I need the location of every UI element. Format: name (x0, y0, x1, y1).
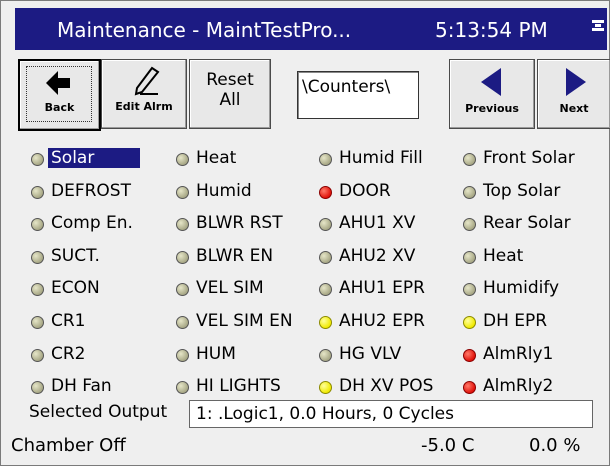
output-label: CR2 (51, 343, 86, 364)
status-led-icon (319, 153, 332, 166)
output-label: AHU2 XV (339, 245, 416, 266)
output-label: Solar (48, 148, 141, 168)
output-label: AlmRly1 (483, 343, 554, 364)
output-label: Heat (483, 245, 524, 266)
counter-path-field[interactable]: \Counters\ (297, 71, 419, 119)
output-label: HUM (196, 343, 236, 364)
output-label: Humidify (483, 278, 560, 299)
previous-arrow-icon (481, 68, 501, 100)
edit-alarm-label: Edit Alrm (115, 100, 173, 113)
back-label: Back (44, 101, 75, 114)
status-led-icon (463, 348, 476, 362)
edit-alarm-button[interactable]: Edit Alrm (101, 59, 187, 129)
status-led-icon (31, 153, 44, 166)
status-led-icon (319, 316, 332, 329)
pencil-icon (132, 66, 160, 100)
status-led-icon (176, 153, 189, 166)
status-led-icon (463, 153, 476, 166)
status-led-icon (319, 283, 332, 297)
output-label: Humid Fill (339, 148, 423, 168)
output-label: Heat (196, 148, 237, 168)
output-label: SUCT. (51, 245, 100, 266)
output-label: HG VLV (339, 343, 402, 364)
output-label: HI LIGHTS (196, 376, 281, 397)
output-label: AHU2 EPR (339, 311, 425, 331)
previous-label: Previous (465, 102, 519, 115)
window-title: Maintenance - MaintTestPro... (57, 18, 352, 42)
status-led-icon (463, 381, 476, 395)
status-led-icon (463, 218, 476, 232)
reset-label: Reset (206, 70, 254, 90)
output-label: DEFROST (51, 180, 131, 201)
status-led-icon (31, 185, 44, 199)
status-led-icon (31, 218, 44, 232)
output-label: Rear Solar (483, 213, 571, 234)
status-led-icon (31, 348, 44, 362)
output-label: VEL SIM (196, 278, 264, 299)
status-led-icon (31, 283, 44, 297)
previous-button[interactable]: Previous (449, 59, 535, 129)
output-label: Humid (196, 180, 252, 201)
selected-output-value: 1: .Logic1, 0.0 Hours, 0 Cycles (196, 404, 454, 424)
status-led-icon (176, 348, 189, 362)
next-button[interactable]: Next (537, 59, 610, 129)
output-label: VEL SIM EN (196, 311, 293, 331)
output-label: BLWR EN (196, 245, 274, 266)
reset-all-button[interactable]: Reset All (189, 59, 271, 129)
output-label: BLWR RST (196, 213, 283, 234)
network-status-icon (591, 18, 605, 38)
next-label: Next (559, 102, 589, 115)
status-led-icon (176, 185, 189, 199)
status-led-icon (319, 218, 332, 232)
output-label: Top Solar (483, 180, 561, 201)
status-led-icon (463, 283, 476, 297)
temperature-readout: -5.0 C (421, 435, 475, 456)
output-label: AlmRly2 (483, 376, 554, 397)
chamber-status: Chamber Off (11, 435, 126, 456)
app-window: Maintenance - MaintTestPro... 5:13:54 PM… (0, 0, 610, 466)
output-label: DH Fan (51, 376, 112, 397)
status-led-icon (319, 185, 332, 199)
status-led-icon (31, 381, 44, 395)
output-label: DOOR (339, 180, 391, 201)
status-led-icon (31, 316, 44, 329)
clock: 5:13:54 PM (435, 18, 548, 42)
status-led-icon (463, 185, 476, 199)
selected-output-field: 1: .Logic1, 0.0 Hours, 0 Cycles (189, 400, 593, 428)
status-led-icon (176, 250, 189, 264)
status-led-icon (463, 250, 476, 264)
left-arrow-icon (46, 71, 70, 99)
status-led-icon (176, 283, 189, 297)
all-label: All (219, 90, 241, 110)
output-label: Comp En. (51, 213, 133, 234)
output-label: DH EPR (483, 311, 548, 331)
output-label: Front Solar (483, 148, 575, 168)
status-led-icon (319, 381, 332, 395)
back-button[interactable]: Back (18, 59, 101, 131)
title-bar: Maintenance - MaintTestPro... 5:13:54 PM (15, 8, 607, 50)
status-led-icon (176, 316, 189, 329)
humidity-readout: 0.0 % (529, 435, 581, 456)
status-led-icon (176, 381, 189, 395)
output-label: AHU1 XV (339, 213, 416, 234)
status-led-icon (319, 348, 332, 362)
status-led-icon (463, 316, 476, 329)
output-label: AHU1 EPR (339, 278, 425, 299)
status-led-icon (176, 218, 189, 232)
output-label: DH XV POS (339, 376, 434, 397)
status-led-icon (319, 250, 332, 264)
status-led-icon (31, 250, 44, 264)
output-label: CR1 (51, 311, 86, 331)
counter-path: \Counters\ (302, 77, 391, 97)
selected-output-label: Selected Output (29, 402, 168, 422)
output-label: ECON (51, 278, 100, 299)
next-arrow-icon (566, 68, 586, 100)
